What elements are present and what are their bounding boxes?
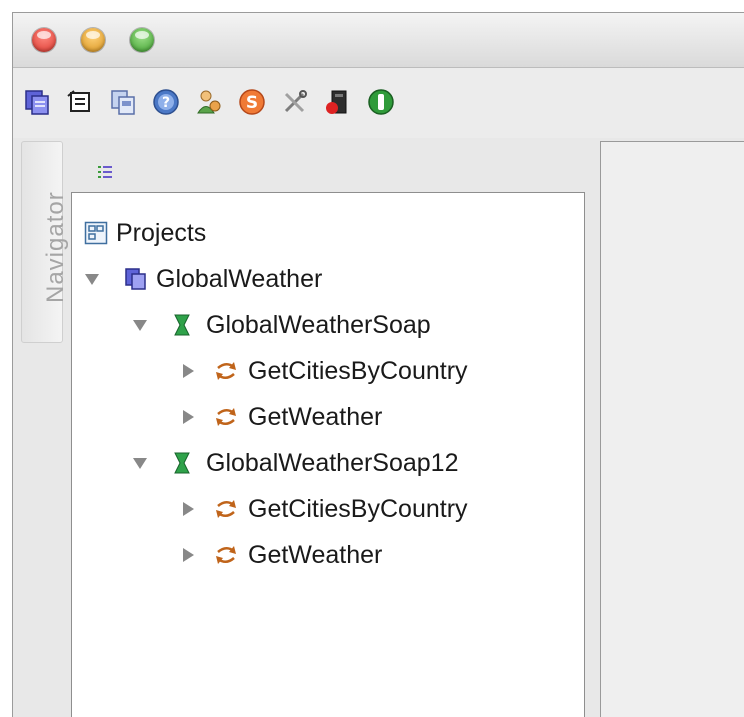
save-all-icon[interactable] <box>109 88 137 116</box>
tree-item-label: GetCitiesByCountry <box>248 356 468 385</box>
tools-icon[interactable] <box>281 88 309 116</box>
expanded-arrow-icon[interactable] <box>84 271 100 287</box>
tree-item-project[interactable]: GlobalWeather <box>84 261 322 297</box>
collapsed-arrow-icon[interactable] <box>180 501 196 517</box>
operation-icon <box>216 546 236 564</box>
project-icon <box>125 268 146 290</box>
svg-text:?: ? <box>162 95 170 111</box>
operation-icon <box>216 500 236 518</box>
expanded-arrow-icon[interactable] <box>132 317 148 333</box>
navigator-tree: Projects GlobalWeather GlobalWeatherSoap <box>71 192 585 717</box>
jdbc-icon[interactable] <box>367 88 395 116</box>
tree-item-label: Projects <box>116 218 207 247</box>
tree-item-projects[interactable]: Projects <box>84 215 206 251</box>
zoom-button[interactable] <box>130 28 154 52</box>
soapui-online-icon[interactable]: S <box>238 88 266 116</box>
navigator-tab-label: Navigator <box>42 191 69 303</box>
tree-item-interface[interactable]: GlobalWeatherSoap <box>132 307 431 343</box>
toolbar: ? S <box>13 68 744 138</box>
projects-icon <box>84 221 108 245</box>
editor-panel <box>600 141 744 717</box>
tree-item-label: GlobalWeather <box>156 264 323 293</box>
collapsed-arrow-icon[interactable] <box>180 363 196 379</box>
tree-item-operation[interactable]: GetWeather <box>180 537 382 573</box>
tree-item-label: GetWeather <box>248 540 383 569</box>
import-project-icon[interactable] <box>66 88 94 116</box>
tree-item-label: GlobalWeatherSoap12 <box>206 448 459 477</box>
monitor-icon[interactable] <box>324 88 352 116</box>
tree-item-operation[interactable]: GetCitiesByCountry <box>180 491 468 527</box>
list-view-icon[interactable] <box>97 163 113 181</box>
operation-icon <box>216 408 236 426</box>
tree-item-operation[interactable]: GetCitiesByCountry <box>180 353 468 389</box>
tree-item-operation[interactable]: GetWeather <box>180 399 382 435</box>
preferences-icon[interactable] <box>195 88 223 116</box>
minimize-button[interactable] <box>81 28 105 52</box>
app-window: ? S Navigator Projects GlobalWeather Glo… <box>12 12 744 717</box>
title-bar <box>13 13 744 68</box>
collapsed-arrow-icon[interactable] <box>180 409 196 425</box>
interface-icon <box>174 314 190 336</box>
tree-item-label: GlobalWeatherSoap <box>206 310 431 339</box>
interface-icon <box>174 452 190 474</box>
tree-item-interface[interactable]: GlobalWeatherSoap12 <box>132 445 459 481</box>
expanded-arrow-icon[interactable] <box>132 455 148 471</box>
new-project-icon[interactable] <box>23 88 51 116</box>
operation-icon <box>216 362 236 380</box>
collapsed-arrow-icon[interactable] <box>180 547 196 563</box>
svg-text:S: S <box>246 93 258 113</box>
tree-item-label: GetWeather <box>248 402 383 431</box>
help-icon[interactable]: ? <box>152 88 180 116</box>
tree-item-label: GetCitiesByCountry <box>248 494 468 523</box>
close-button[interactable] <box>32 28 56 52</box>
